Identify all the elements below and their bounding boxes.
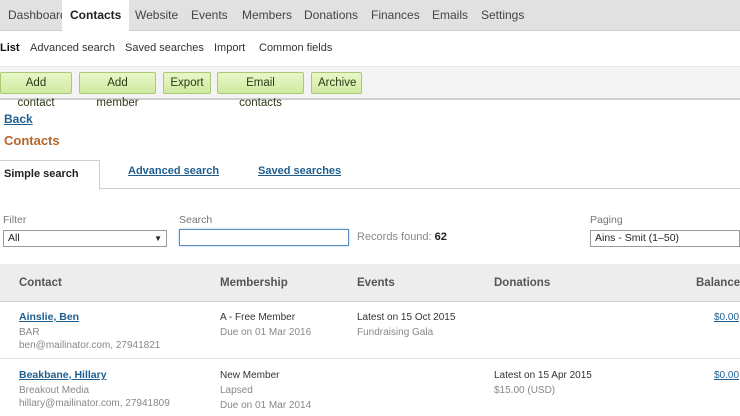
contact-name-link[interactable]: Ainslie, Ben: [19, 311, 79, 324]
contact-email-phone: hillary@mailinator.com, 27941809: [19, 398, 170, 409]
contacts-table-header: Contact Membership Events Donations Bala…: [0, 264, 740, 302]
column-header-membership[interactable]: Membership: [220, 277, 288, 289]
membership-due: Due on 01 Mar 2014: [220, 400, 312, 411]
archive-button[interactable]: Archive: [311, 72, 362, 94]
paging-label: Paging: [590, 214, 623, 226]
nav-tab-finances[interactable]: Finances: [363, 0, 428, 31]
records-found: Records found: 62: [357, 231, 447, 243]
tab-simple-search[interactable]: Simple search: [0, 160, 100, 190]
search-tabs: Simple search Advanced search Saved sear…: [0, 158, 740, 190]
column-header-balance[interactable]: Balance: [696, 277, 740, 289]
tab-saved-searches[interactable]: Saved searches: [258, 165, 341, 177]
subnav-item-saved-searches[interactable]: Saved searches: [125, 42, 204, 54]
events-latest: Latest on 15 Oct 2015: [357, 312, 456, 323]
top-navigation: Dashboard Contacts Website Events Member…: [0, 0, 740, 32]
nav-tab-contacts[interactable]: Contacts: [62, 0, 130, 32]
nav-tab-settings[interactable]: Settings: [473, 0, 532, 31]
donations-latest: Latest on 15 Apr 2015: [494, 370, 592, 381]
donations-amount: $15.00 (USD): [494, 385, 556, 396]
membership-due: Due on 01 Mar 2016: [220, 327, 312, 338]
sub-navigation: List Advanced search Saved searches Impo…: [0, 32, 740, 66]
export-button[interactable]: Export: [163, 72, 211, 94]
paging-select-value: Ains - Smit (1–50): [595, 232, 680, 244]
nav-tab-events[interactable]: Events: [183, 0, 236, 31]
filter-select-value: All: [8, 232, 20, 244]
nav-tab-members[interactable]: Members: [234, 0, 300, 31]
filter-select[interactable]: All ▼: [3, 230, 167, 247]
add-member-button[interactable]: Add member: [79, 72, 156, 109]
page-title: Contacts: [4, 133, 60, 148]
nav-tab-donations[interactable]: Donations: [296, 0, 366, 31]
paging-select[interactable]: Ains - Smit (1–50): [590, 230, 740, 247]
add-contact-button[interactable]: Add contact: [0, 72, 72, 109]
subnav-item-import[interactable]: Import: [214, 42, 245, 54]
filter-label: Filter: [3, 214, 27, 226]
contact-email-phone: ben@mailinator.com, 27941821: [19, 340, 161, 351]
search-input[interactable]: [179, 229, 349, 246]
action-toolbar: Add contact Add member Export Email cont…: [0, 66, 740, 109]
back-link[interactable]: Back: [4, 112, 33, 126]
subnav-item-advanced-search[interactable]: Advanced search: [30, 42, 115, 54]
membership-level: A - Free Member: [220, 312, 296, 323]
membership-level: New Member: [220, 370, 280, 381]
tab-advanced-search[interactable]: Advanced search: [128, 165, 219, 177]
events-name: Fundraising Gala: [357, 327, 434, 338]
email-contacts-button[interactable]: Email contacts: [217, 72, 304, 109]
subnav-item-list[interactable]: List: [0, 42, 20, 54]
balance-link[interactable]: $0.00: [714, 369, 739, 382]
subnav-item-common-fields[interactable]: Common fields: [259, 42, 332, 54]
dropdown-arrow-icon: ▼: [154, 234, 162, 243]
contact-organization: BAR: [19, 327, 40, 338]
nav-tab-website[interactable]: Website: [127, 0, 186, 31]
column-header-events[interactable]: Events: [357, 277, 395, 289]
table-row[interactable]: Ainslie, Ben BAR ben@mailinator.com, 279…: [0, 303, 740, 359]
balance-link[interactable]: $0.00: [714, 311, 739, 324]
column-header-donations[interactable]: Donations: [494, 277, 550, 289]
contact-name-link[interactable]: Beakbane, Hillary: [19, 369, 107, 382]
column-header-contact[interactable]: Contact: [19, 277, 62, 289]
records-found-count: 62: [434, 231, 447, 243]
table-row[interactable]: Beakbane, Hillary Breakout Media hillary…: [0, 360, 740, 416]
search-label: Search: [179, 214, 213, 226]
nav-tab-emails[interactable]: Emails: [424, 0, 476, 31]
contact-organization: Breakout Media: [19, 385, 90, 396]
membership-status: Lapsed: [220, 385, 253, 396]
records-found-label: Records found:: [357, 231, 432, 243]
